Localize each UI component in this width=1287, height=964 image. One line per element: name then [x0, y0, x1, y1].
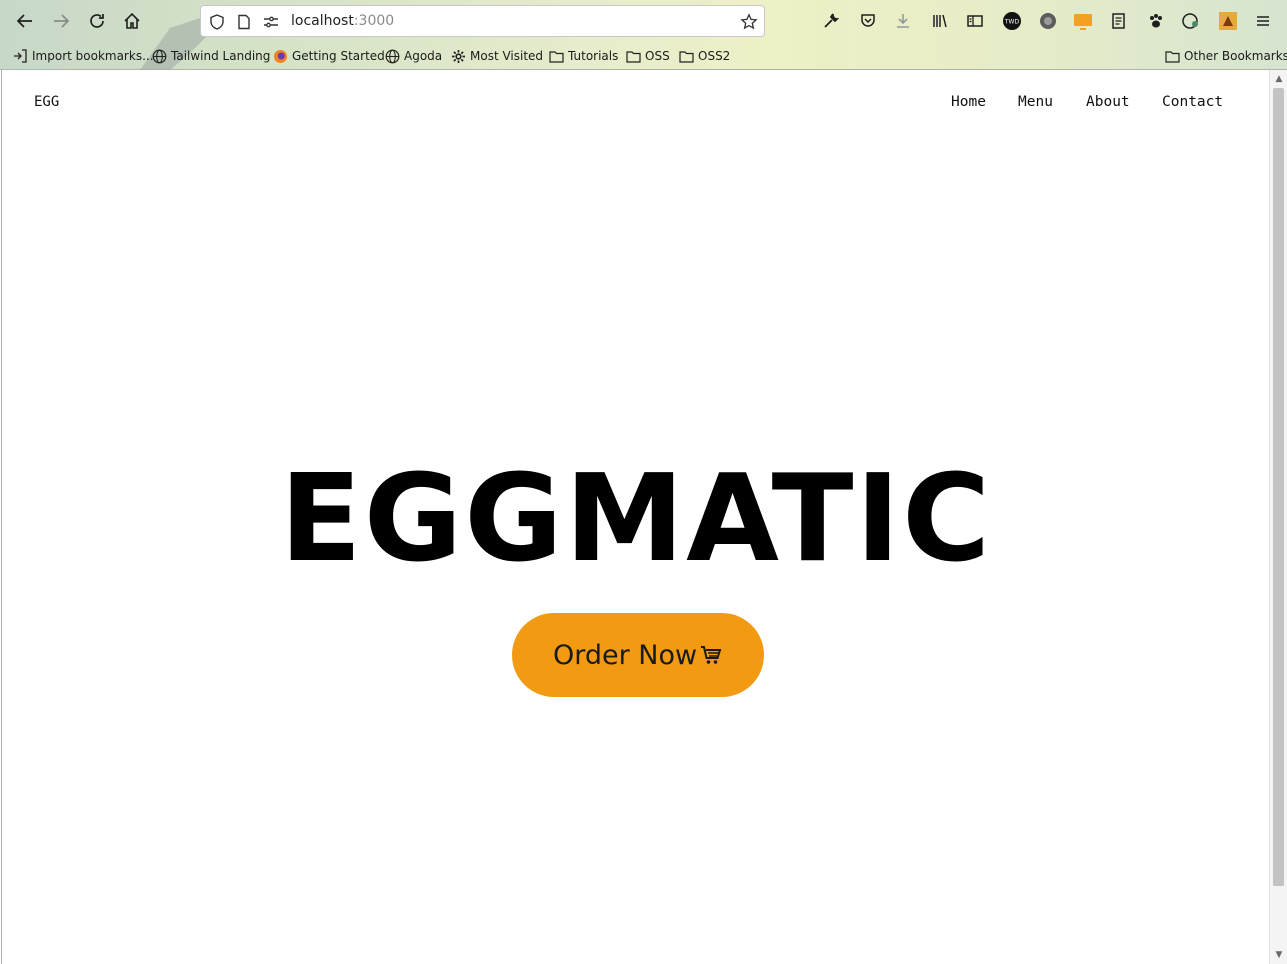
bookmarks-toolbar: Import bookmarks... Tailwind Landing Get…: [0, 44, 1287, 68]
nav-link-about[interactable]: About: [1086, 94, 1130, 110]
order-now-label: Order Now: [552, 639, 698, 671]
gear-icon: [450, 48, 466, 64]
paw-extension-icon[interactable]: [1145, 10, 1167, 32]
order-now-button[interactable]: Order Now: [512, 613, 764, 697]
bookmark-star-icon[interactable]: [740, 13, 758, 31]
hero-title: EGGMATIC: [279, 450, 993, 589]
back-button[interactable]: [12, 8, 38, 34]
address-bar[interactable]: localhost:3000: [200, 5, 765, 37]
bookmark-label: Getting Started: [292, 49, 385, 63]
bookmark-label: Agoda: [404, 49, 443, 63]
arrow-left-icon: [16, 14, 32, 28]
permissions-icon[interactable]: [262, 13, 280, 31]
nav-link-menu[interactable]: Menu: [1018, 94, 1053, 110]
vertical-scrollbar[interactable]: ▲ ▼: [1269, 70, 1287, 964]
reload-icon: [90, 14, 104, 28]
puzzle-extension-icon[interactable]: [1180, 10, 1202, 32]
camera-extension-icon[interactable]: [1037, 10, 1059, 32]
scrollbar-thumb[interactable]: [1273, 88, 1284, 886]
globe-icon: [151, 48, 167, 64]
browser-toolbar: localhost:3000 TWD Import bookmarks... T…: [0, 0, 1287, 70]
arrow-right-icon: [54, 14, 70, 28]
bookmark-label: Other Bookmarks: [1184, 49, 1287, 63]
folder-icon: [625, 48, 641, 64]
reload-button[interactable]: [84, 8, 110, 34]
bookmark-label: OSS: [645, 49, 670, 63]
scroll-up-icon[interactable]: ▲: [1274, 74, 1284, 84]
bookmark-label: Tailwind Landing: [171, 49, 271, 63]
folder-icon: [548, 48, 564, 64]
bookmark-label: Tutorials: [568, 49, 619, 63]
folder-icon: [1164, 48, 1180, 64]
url-port: :3000: [353, 13, 395, 29]
browser-window: localhost:3000 TWD Import bookmarks... T…: [0, 0, 1287, 964]
bookmark-agoda[interactable]: Agoda: [384, 46, 442, 66]
library-icon[interactable]: [929, 10, 951, 32]
bookmark-folder-other[interactable]: Other Bookmarks: [1164, 46, 1287, 66]
bookmark-folder-oss2[interactable]: OSS2: [678, 46, 730, 66]
bookmark-getting-started[interactable]: Getting Started: [272, 46, 385, 66]
forward-button[interactable]: [48, 8, 74, 34]
cart-icon: [699, 644, 723, 666]
bookmark-label: Most Visited: [470, 49, 544, 63]
site-navbar: EGG Home Menu About Contact: [2, 70, 1270, 134]
firefox-icon: [272, 48, 288, 64]
hamburger-menu-icon[interactable]: [1252, 10, 1274, 32]
import-icon: [12, 48, 28, 64]
page-viewport: EGG Home Menu About Contact EGGMATIC Ord…: [1, 70, 1269, 964]
fox-extension-icon[interactable]: [1217, 10, 1239, 32]
page-icon[interactable]: [235, 13, 253, 31]
bookmark-folder-tutorials[interactable]: Tutorials: [548, 46, 618, 66]
nav-link-home[interactable]: Home: [951, 94, 986, 110]
download-icon[interactable]: [892, 10, 914, 32]
folder-icon: [678, 48, 694, 64]
shield-icon[interactable]: [208, 13, 226, 31]
bookmark-label: Import bookmarks...: [32, 49, 154, 63]
url-text[interactable]: localhost:3000: [291, 13, 394, 29]
home-icon: [124, 12, 140, 29]
wrench-icon[interactable]: [820, 10, 842, 32]
url-host: localhost: [291, 13, 354, 29]
bookmark-tailwind-landing[interactable]: Tailwind Landing: [151, 46, 270, 66]
bookmark-import[interactable]: Import bookmarks...: [12, 46, 154, 66]
scroll-down-icon[interactable]: ▼: [1274, 950, 1284, 960]
globe-icon: [384, 48, 400, 64]
bookmark-folder-oss[interactable]: OSS: [625, 46, 670, 66]
notes-icon[interactable]: [1108, 10, 1130, 32]
twd-extension-icon[interactable]: TWD: [1001, 10, 1023, 32]
twd-extension-label: TWD: [1004, 19, 1020, 26]
sidebar-icon[interactable]: [964, 10, 986, 32]
brand-logo-link[interactable]: EGG: [34, 94, 59, 110]
pocket-icon[interactable]: [857, 10, 879, 32]
bookmark-most-visited[interactable]: Most Visited: [450, 46, 543, 66]
home-button[interactable]: [119, 8, 145, 34]
bookmark-label: OSS2: [698, 49, 731, 63]
nav-link-contact[interactable]: Contact: [1162, 94, 1223, 110]
screen-extension-icon[interactable]: [1072, 10, 1094, 32]
